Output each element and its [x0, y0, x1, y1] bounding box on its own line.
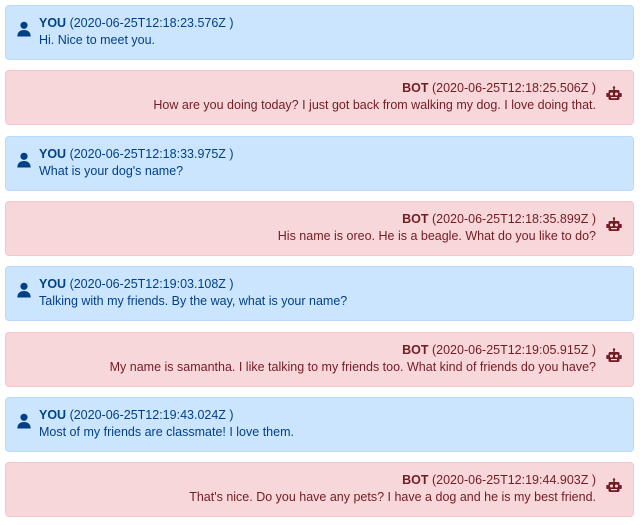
sender-label: BOT	[402, 212, 429, 226]
bot-message: BOT (2020-06-25T12:19:44.903Z ) That's ni…	[5, 462, 634, 517]
message-header: BOT (2020-06-25T12:19:44.903Z )	[189, 472, 596, 489]
user-icon	[16, 282, 32, 298]
message-body: YOU (2020-06-25T12:18:23.576Z ) Hi. Nice …	[39, 15, 234, 49]
user-icon	[16, 413, 32, 429]
robot-icon	[606, 348, 622, 364]
bot-message: BOT (2020-06-25T12:18:35.899Z ) His name …	[5, 201, 634, 256]
user-icon	[16, 152, 32, 168]
message-header: YOU (2020-06-25T12:18:23.576Z )	[39, 15, 234, 32]
bot-message: BOT (2020-06-25T12:18:25.506Z ) How are y…	[5, 70, 634, 125]
timestamp-open-paren: (	[66, 16, 74, 30]
user-message: YOU (2020-06-25T12:19:43.024Z ) Most of m…	[5, 397, 634, 452]
message-body: YOU (2020-06-25T12:18:33.975Z ) What is y…	[39, 146, 234, 180]
timestamp-open-paren: (	[66, 408, 74, 422]
message-text: That's nice. Do you have any pets? I hav…	[189, 490, 596, 504]
sender-label: YOU	[39, 16, 67, 30]
timestamp: 2020-06-25T12:19:43.024Z	[73, 408, 226, 422]
robot-icon	[606, 86, 622, 102]
timestamp: 2020-06-25T12:18:23.576Z	[73, 16, 226, 30]
timestamp-close-paren: )	[588, 343, 596, 357]
message-body: BOT (2020-06-25T12:19:05.915Z ) My name i…	[110, 342, 596, 376]
timestamp-open-paren: (	[66, 277, 74, 291]
timestamp: 2020-06-25T12:18:33.975Z	[73, 147, 226, 161]
timestamp: 2020-06-25T12:19:03.108Z	[73, 277, 226, 291]
user-message: YOU (2020-06-25T12:18:33.975Z ) What is y…	[5, 136, 634, 191]
timestamp-close-paren: )	[588, 473, 596, 487]
timestamp-close-paren: )	[225, 147, 234, 161]
sender-label: BOT	[402, 473, 429, 487]
message-body: BOT (2020-06-25T12:18:35.899Z ) His name …	[278, 211, 596, 245]
user-icon	[16, 21, 32, 37]
timestamp: 2020-06-25T12:19:44.903Z	[436, 473, 589, 487]
sender-label: YOU	[39, 277, 67, 291]
sender-label: YOU	[39, 408, 67, 422]
message-header: YOU (2020-06-25T12:18:33.975Z )	[39, 146, 234, 163]
sender-label: BOT	[402, 81, 429, 95]
message-text: How are you doing today? I just got back…	[153, 98, 596, 112]
message-header: BOT (2020-06-25T12:18:35.899Z )	[278, 211, 596, 228]
timestamp-open-paren: (	[66, 147, 74, 161]
timestamp: 2020-06-25T12:19:05.915Z	[436, 343, 589, 357]
timestamp-open-paren: (	[428, 343, 437, 357]
message-header: YOU (2020-06-25T12:19:03.108Z )	[39, 276, 347, 293]
timestamp-close-paren: )	[225, 277, 234, 291]
message-text: What is your dog's name?	[39, 164, 184, 178]
message-text: Talking with my friends. By the way, wha…	[39, 294, 348, 308]
message-text: My name is samantha. I like talking to m…	[109, 360, 596, 374]
user-message: YOU (2020-06-25T12:19:03.108Z ) Talking w…	[5, 266, 634, 321]
user-message: YOU (2020-06-25T12:18:23.576Z ) Hi. Nice …	[5, 5, 634, 60]
message-text: Most of my friends are classmate! I love…	[39, 425, 294, 439]
robot-icon	[606, 478, 622, 494]
message-body: BOT (2020-06-25T12:18:25.506Z ) How are y…	[153, 80, 596, 114]
timestamp-close-paren: )	[225, 408, 234, 422]
message-header: YOU (2020-06-25T12:19:43.024Z )	[39, 407, 294, 424]
robot-icon	[606, 217, 622, 233]
timestamp-close-paren: )	[225, 16, 234, 30]
bot-message: BOT (2020-06-25T12:19:05.915Z ) My name i…	[5, 332, 634, 387]
timestamp: 2020-06-25T12:18:25.506Z	[436, 81, 589, 95]
timestamp-close-paren: )	[588, 81, 596, 95]
timestamp-open-paren: (	[428, 81, 437, 95]
timestamp-close-paren: )	[588, 212, 596, 226]
sender-label: BOT	[402, 343, 429, 357]
chat-log: YOU (2020-06-25T12:18:23.576Z ) Hi. Nice …	[0, 0, 640, 525]
timestamp-open-paren: (	[428, 473, 437, 487]
timestamp-open-paren: (	[428, 212, 437, 226]
message-text: Hi. Nice to meet you.	[39, 33, 156, 47]
message-header: BOT (2020-06-25T12:18:25.506Z )	[153, 80, 596, 97]
message-body: YOU (2020-06-25T12:19:03.108Z ) Talking w…	[39, 276, 347, 310]
sender-label: YOU	[39, 147, 67, 161]
message-body: YOU (2020-06-25T12:19:43.024Z ) Most of m…	[39, 407, 294, 441]
timestamp: 2020-06-25T12:18:35.899Z	[436, 212, 589, 226]
message-body: BOT (2020-06-25T12:19:44.903Z ) That's ni…	[189, 472, 596, 506]
message-text: His name is oreo. He is a beagle. What d…	[277, 229, 596, 243]
message-header: BOT (2020-06-25T12:19:05.915Z )	[110, 342, 596, 359]
